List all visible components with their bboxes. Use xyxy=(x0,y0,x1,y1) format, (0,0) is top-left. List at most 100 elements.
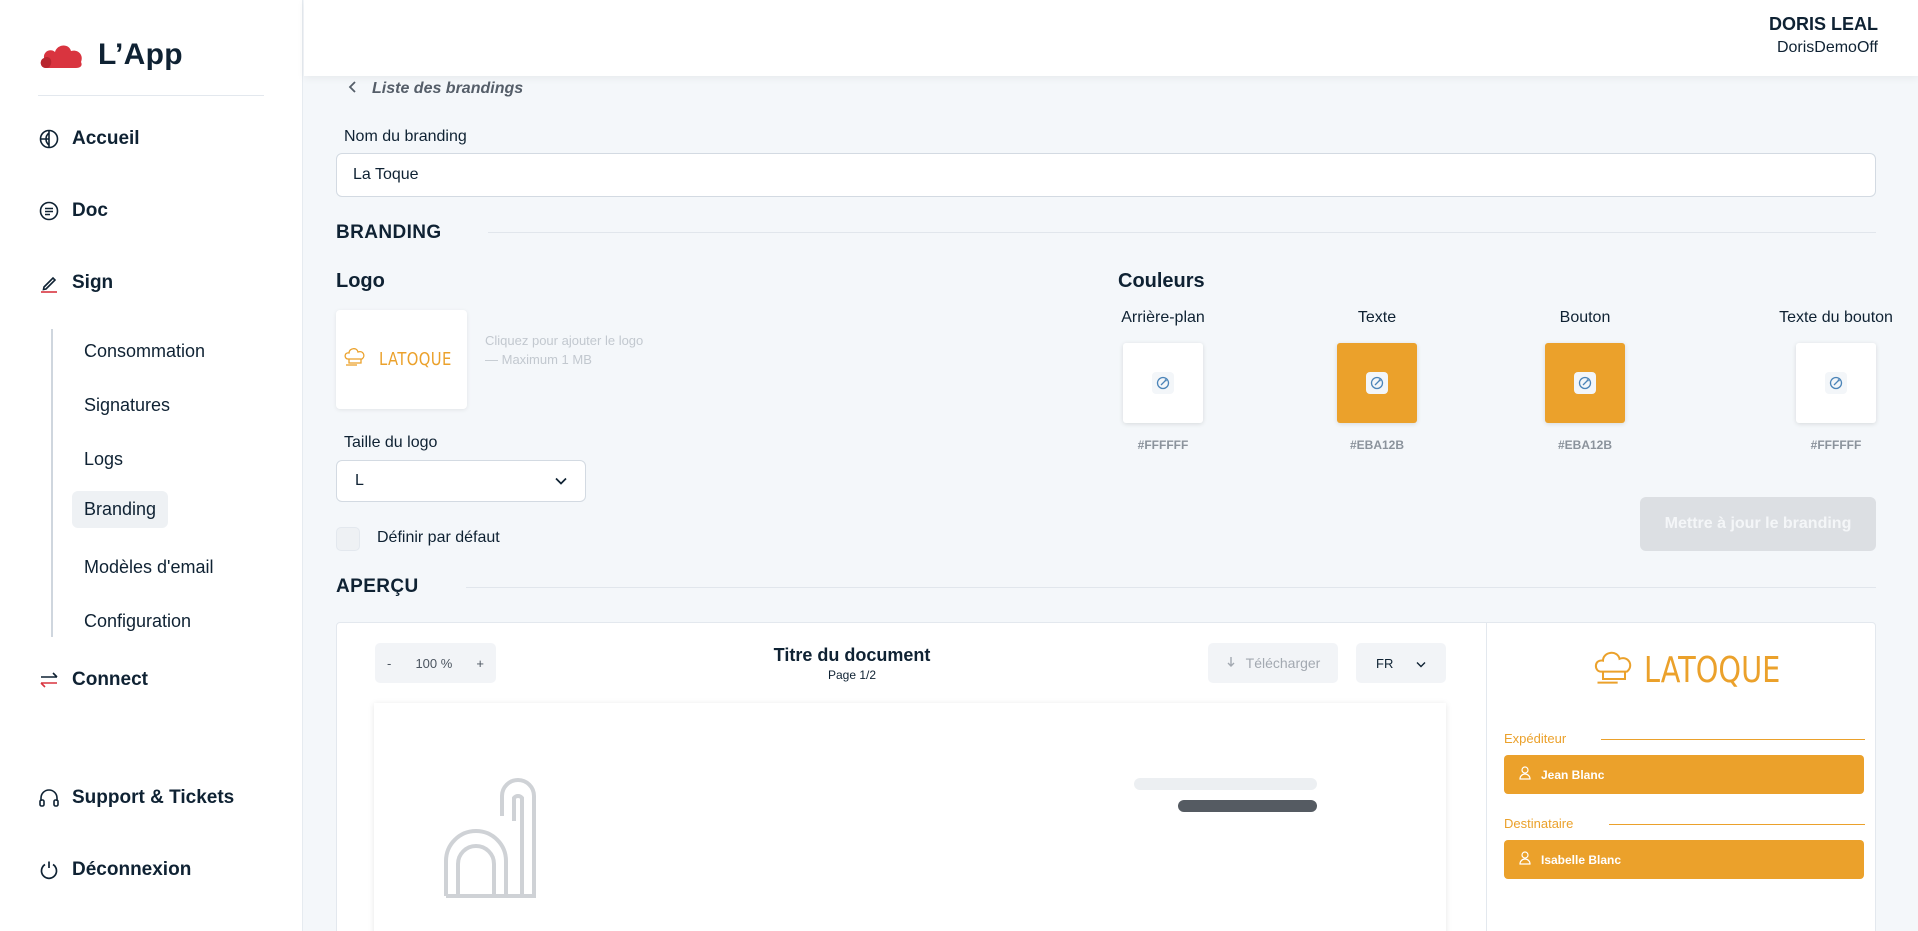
logo-upload[interactable]: LATOQUE xyxy=(336,310,467,409)
user-icon xyxy=(1519,851,1531,868)
headset-icon xyxy=(38,787,60,809)
recipient-name: Isabelle Blanc xyxy=(1541,852,1622,867)
color-swatch[interactable] xyxy=(1123,343,1203,423)
sidebar-item-branding[interactable]: Branding xyxy=(72,491,169,528)
default-checkbox[interactable] xyxy=(336,527,360,551)
logo-preview-word: LATOQUE xyxy=(379,349,452,370)
color-button-text: Texte du bouton #FFFFFF xyxy=(1751,309,1918,452)
page-indicator: Page 1/2 xyxy=(827,668,877,682)
doc-icon xyxy=(38,200,60,222)
color-button: Bouton #EBA12B xyxy=(1520,309,1650,452)
logo-size-select[interactable]: L xyxy=(336,460,586,502)
color-picker-icon xyxy=(1366,372,1388,394)
back-link[interactable]: Liste des brandings xyxy=(348,80,523,98)
color-label: Texte du bouton xyxy=(1779,309,1893,326)
placeholder-line xyxy=(1134,778,1317,790)
document-logo-icon xyxy=(444,776,536,904)
nav-label: Accueil xyxy=(72,128,140,149)
app-name: L’App xyxy=(98,38,183,71)
color-label: Bouton xyxy=(1559,309,1611,326)
language-select[interactable]: FR xyxy=(1356,643,1446,683)
preview-divider xyxy=(1486,622,1487,931)
sidebar: L’App Accueil Doc Sign Consommation Sign… xyxy=(0,0,303,931)
color-hex: #EBA12B xyxy=(1349,438,1405,452)
chef-hat-icon xyxy=(1592,648,1636,693)
nav-label: Connect xyxy=(72,669,148,690)
sidebar-item-consommation[interactable]: Consommation xyxy=(72,333,217,370)
nav-item-doc[interactable]: Doc xyxy=(38,200,108,222)
branding-name-input[interactable]: La Toque xyxy=(336,153,1876,197)
back-label: Liste des brandings xyxy=(372,80,524,97)
brand-logo-word: LATOQUE xyxy=(1644,650,1781,691)
globe-icon xyxy=(38,128,60,150)
app-logo[interactable]: L’App xyxy=(38,38,183,72)
color-swatch[interactable] xyxy=(1796,343,1876,423)
nav-item-connect[interactable]: Connect xyxy=(38,669,148,691)
sender-card: Jean Blanc xyxy=(1504,755,1864,794)
sender-name: Jean Blanc xyxy=(1541,767,1605,782)
user-icon xyxy=(1519,766,1531,783)
placeholder-line xyxy=(1178,800,1317,812)
update-branding-button[interactable]: Mettre à jour le branding xyxy=(1640,497,1876,551)
nav-label: Déconnexion xyxy=(72,859,192,880)
nav-item-support[interactable]: Support & Tickets xyxy=(38,787,234,809)
download-label: Télécharger xyxy=(1245,655,1321,671)
color-swatch[interactable] xyxy=(1545,343,1625,423)
section-divider xyxy=(466,587,1876,588)
section-divider xyxy=(488,232,1876,233)
color-picker-icon xyxy=(1574,372,1596,394)
zoom-control: - 100 % + xyxy=(375,643,496,683)
color-background: Arrière-plan #FFFFFF xyxy=(1098,309,1228,452)
section-title-branding: BRANDING xyxy=(336,222,442,243)
pen-icon xyxy=(38,272,60,294)
sender-label: Expéditeur xyxy=(1504,731,1567,746)
power-icon xyxy=(38,859,60,881)
chevron-down-icon xyxy=(555,472,567,490)
nav-item-accueil[interactable]: Accueil xyxy=(38,128,140,150)
chevron-down-icon xyxy=(1416,656,1426,671)
chef-hat-icon xyxy=(343,347,367,372)
nav-item-sign[interactable]: Sign xyxy=(38,272,113,294)
color-hex: #EBA12B xyxy=(1557,438,1613,452)
sender-line xyxy=(1601,739,1865,740)
nav-label: Sign xyxy=(72,272,114,293)
brand-logo-preview: LATOQUE xyxy=(1592,648,1781,693)
nav-item-logout[interactable]: Déconnexion xyxy=(38,859,191,881)
sidebar-item-signatures[interactable]: Signatures xyxy=(72,387,182,424)
sidebar-item-logs[interactable]: Logs xyxy=(72,441,135,478)
user-name[interactable]: DORIS LEAL xyxy=(1769,14,1878,35)
nav-label: Support & Tickets xyxy=(72,787,235,808)
colors-title: Couleurs xyxy=(1118,270,1205,292)
sidebar-divider xyxy=(38,95,264,96)
zoom-level: 100 % xyxy=(415,655,453,671)
sidebar-item-email-templates[interactable]: Modèles d'email xyxy=(72,549,226,586)
sidebar-item-configuration[interactable]: Configuration xyxy=(72,603,203,640)
document-title: Titre du document xyxy=(773,645,931,665)
download-button[interactable]: Télécharger xyxy=(1208,643,1338,683)
color-hex: #FFFFFF xyxy=(1810,438,1862,452)
zoom-in-button[interactable]: + xyxy=(476,656,484,671)
logo-size-value: L xyxy=(355,472,364,489)
section-title-preview: APERÇU xyxy=(336,576,419,597)
nav-label: Doc xyxy=(72,200,108,221)
logo-title: Logo xyxy=(336,270,385,292)
color-label: Texte xyxy=(1357,309,1397,326)
top-bar: DORIS LEAL DorisDemoOff xyxy=(304,0,1918,76)
cloud-logo-icon xyxy=(38,40,84,70)
color-picker-icon xyxy=(1152,372,1174,394)
default-checkbox-label: Définir par défaut xyxy=(377,529,500,546)
logo-hint: Cliquez pour ajouter le logo — Maximum 1… xyxy=(485,333,644,367)
logo-size-label: Taille du logo xyxy=(344,434,438,451)
color-picker-icon xyxy=(1825,372,1847,394)
user-org: DorisDemoOff xyxy=(1776,39,1878,56)
branding-name-label: Nom du branding xyxy=(344,128,467,145)
zoom-out-button[interactable]: - xyxy=(387,656,391,671)
recipient-label: Destinataire xyxy=(1504,816,1574,831)
language-value: FR xyxy=(1376,655,1394,671)
download-icon xyxy=(1226,655,1236,671)
color-hex: #FFFFFF xyxy=(1137,438,1189,452)
subnav-line xyxy=(51,329,53,637)
color-swatch[interactable] xyxy=(1337,343,1417,423)
color-text: Texte #EBA12B xyxy=(1312,309,1442,452)
chevron-left-icon xyxy=(348,80,358,98)
